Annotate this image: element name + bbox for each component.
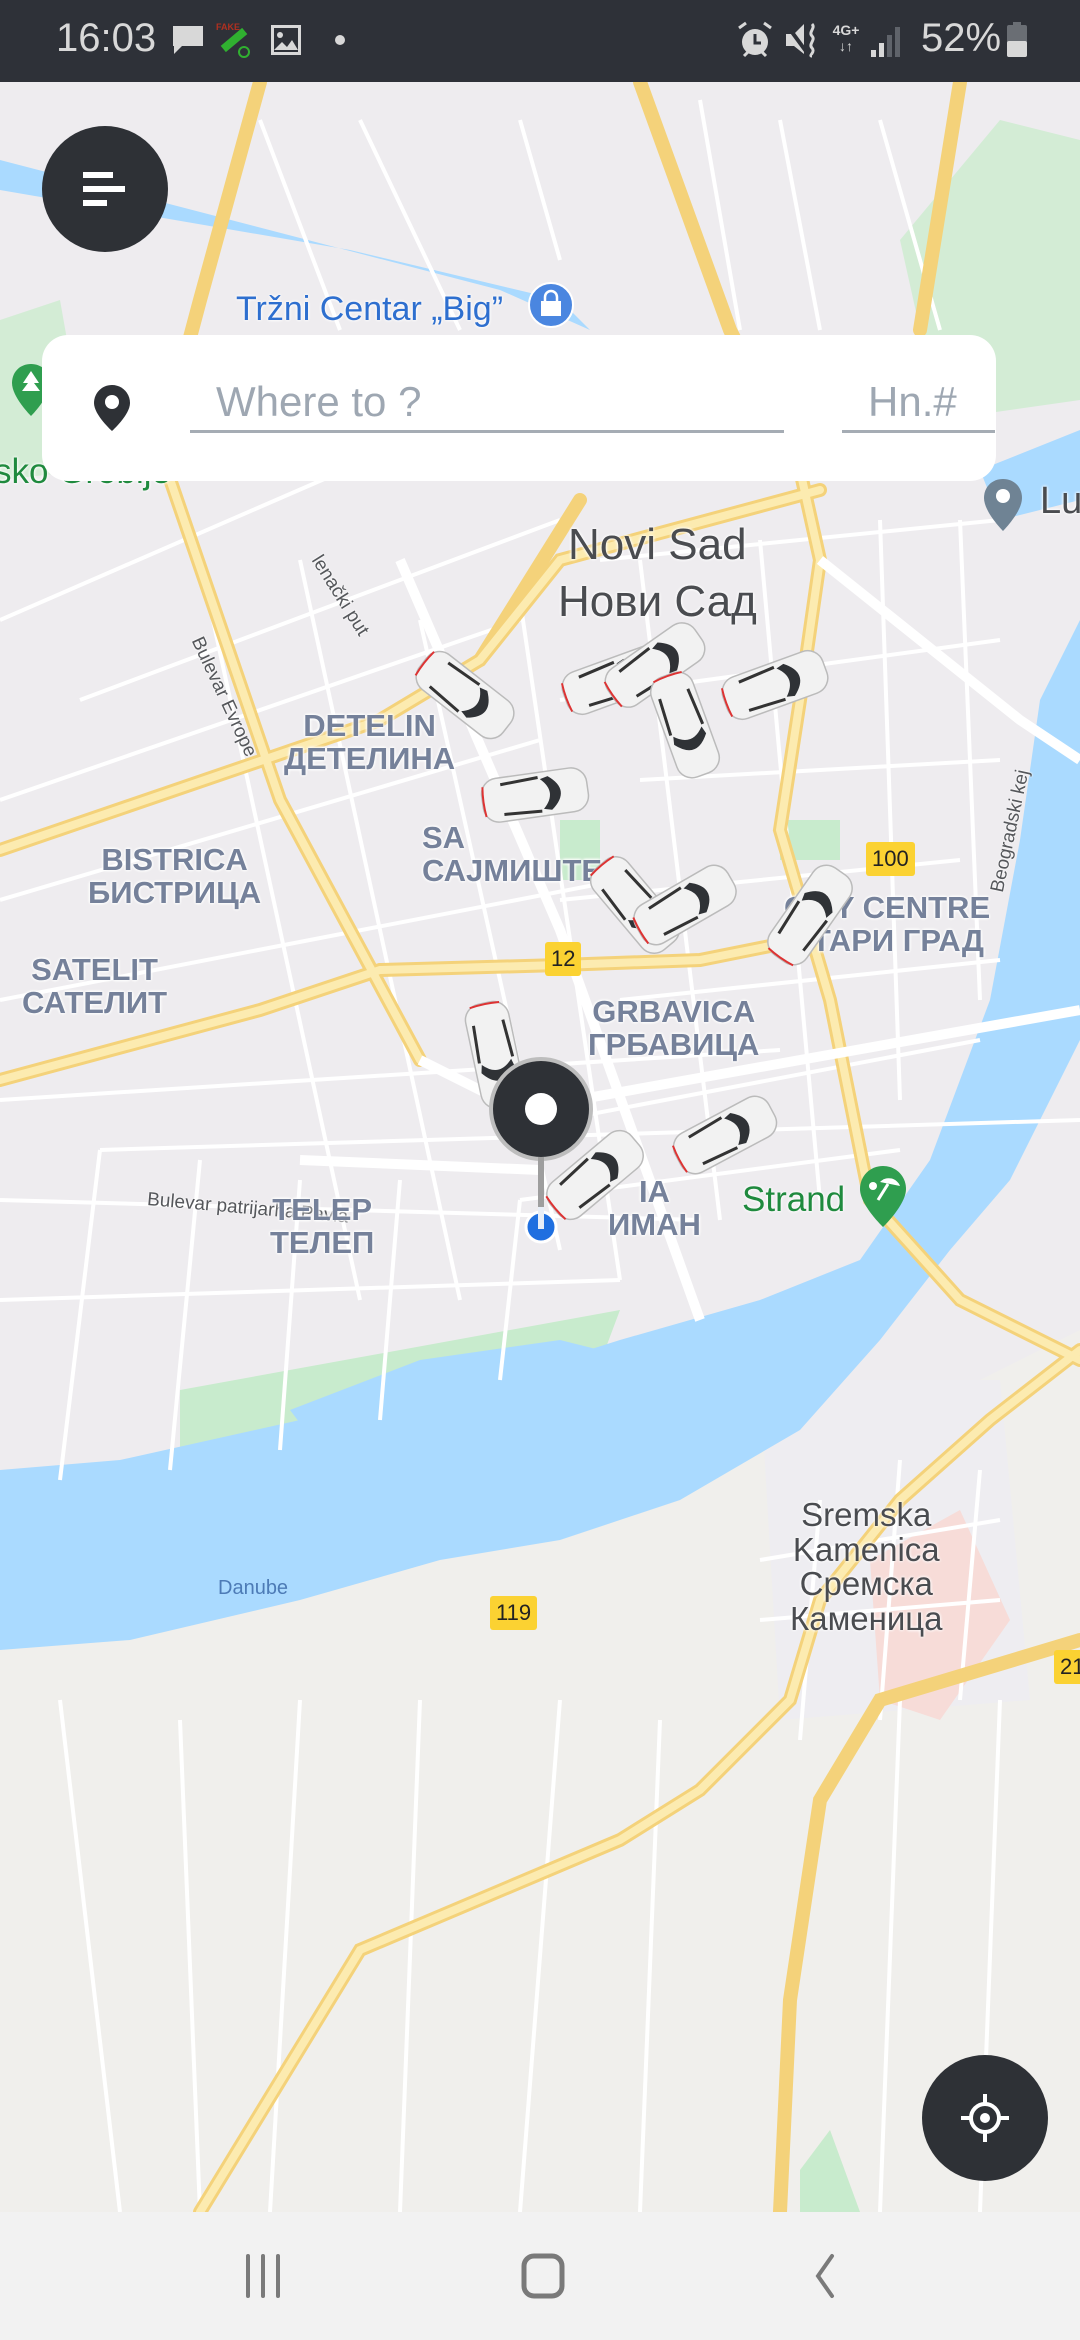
district-cyrillic: ГРБАВИЦА [588, 1026, 760, 1062]
gallery-image-icon [271, 25, 301, 55]
district-latin: BISTRICA [101, 842, 248, 877]
town-line: Сремска [799, 1565, 933, 1603]
battery-percent: 52% [921, 16, 1002, 60]
town-line: Sremska [801, 1496, 932, 1533]
district-latin: IA [638, 1174, 670, 1209]
road-shield-119: 119 [490, 1596, 538, 1630]
network-4g-plus-icon: 4G+ ↓↑ [832, 22, 860, 54]
menu-button[interactable] [42, 126, 168, 252]
district-cyrillic: ДЕТЕЛИНА [284, 740, 456, 776]
recent-apps-icon [246, 2254, 280, 2298]
signal-bars-icon [871, 27, 900, 57]
destination-input[interactable] [190, 373, 784, 433]
district-label-sajmiste: SA САЈМИШТЕ [422, 820, 603, 888]
menu-icon [83, 172, 125, 206]
vibrate-mute-icon [784, 22, 815, 58]
system-nav-bar [0, 2212, 1080, 2340]
district-label-grbavica: GRBAVICA ГРБАВИЦА [588, 994, 760, 1062]
city-label-cyrillic: Нови Сад [558, 577, 757, 626]
district-label-detelinara: DETELIN ДЕТЕЛИНА [284, 708, 456, 776]
district-cyrillic: БИСТРИЦА [88, 874, 262, 910]
town-line: Kamenica [792, 1530, 940, 1568]
house-number-input[interactable] [842, 373, 995, 433]
road-shield-100: 100 [866, 842, 915, 876]
poi-label-trzni-centar[interactable]: Tržni Centar „Big” [236, 291, 503, 328]
my-location-crosshair-icon [961, 2094, 1009, 2142]
status-bar: 16:03 FAKE 4G+ ↓↑ 52% [0, 0, 1080, 82]
district-cyrillic: САЈМИШТЕ [422, 852, 603, 888]
district-label-bistrica: BISTRICA БИСТРИЦА [88, 842, 262, 910]
district-latin: DETELIN [303, 708, 436, 743]
status-time: 16:03 [56, 16, 157, 60]
district-latin: GRBAVICA [592, 994, 756, 1029]
network-label: 4G+ [832, 22, 860, 38]
alarm-icon [738, 21, 772, 58]
district-label-satelit: SATELIT САТЕЛИТ [22, 952, 168, 1020]
shopping-bag-icon[interactable] [528, 282, 574, 328]
location-pin-icon [94, 385, 130, 431]
pickup-pin-icon[interactable] [486, 1057, 596, 1247]
water-label-danube: Danube [218, 1577, 289, 1599]
back-icon [815, 2254, 834, 2298]
town-label-sremska-kamenica: Sremska Kamenica Сремска Каменица [790, 1496, 943, 1637]
home-button[interactable] [483, 2240, 603, 2312]
poi-label-strand[interactable]: Strand [742, 1181, 845, 1219]
city-label-latin: Novi Sad [568, 520, 747, 569]
district-label-liman: IA ИМАН [608, 1174, 701, 1242]
fake-gps-satellite-icon: FAKE [216, 22, 250, 58]
district-cyrillic: ТЕЛЕП [270, 1224, 375, 1260]
svg-text:FAKE: FAKE [216, 22, 240, 32]
district-latin: TELEP [272, 1192, 373, 1227]
district-latin: SA [422, 820, 466, 855]
home-icon [521, 2253, 565, 2299]
town-line: Каменица [790, 1599, 943, 1637]
beach-umbrella-icon[interactable] [858, 1164, 908, 1230]
district-cyrillic: САТЕЛИТ [22, 984, 168, 1020]
district-label-telep: TELEP ТЕЛЕП [270, 1192, 375, 1260]
back-button[interactable] [765, 2240, 885, 2312]
poi-label-lu: Lu [1040, 480, 1080, 522]
destination-search-card [42, 335, 996, 481]
recent-apps-button[interactable] [203, 2240, 323, 2312]
district-cyrillic: ИМАН [608, 1206, 701, 1242]
my-location-button[interactable] [922, 2055, 1048, 2181]
battery-icon [1007, 22, 1027, 57]
dot-notification-icon [335, 35, 345, 45]
message-icon [173, 26, 203, 54]
district-latin: SATELIT [31, 952, 158, 987]
road-shield-12: 12 [545, 942, 582, 976]
road-shield-21: 21 [1054, 1650, 1080, 1684]
place-pin-icon[interactable] [982, 477, 1024, 535]
